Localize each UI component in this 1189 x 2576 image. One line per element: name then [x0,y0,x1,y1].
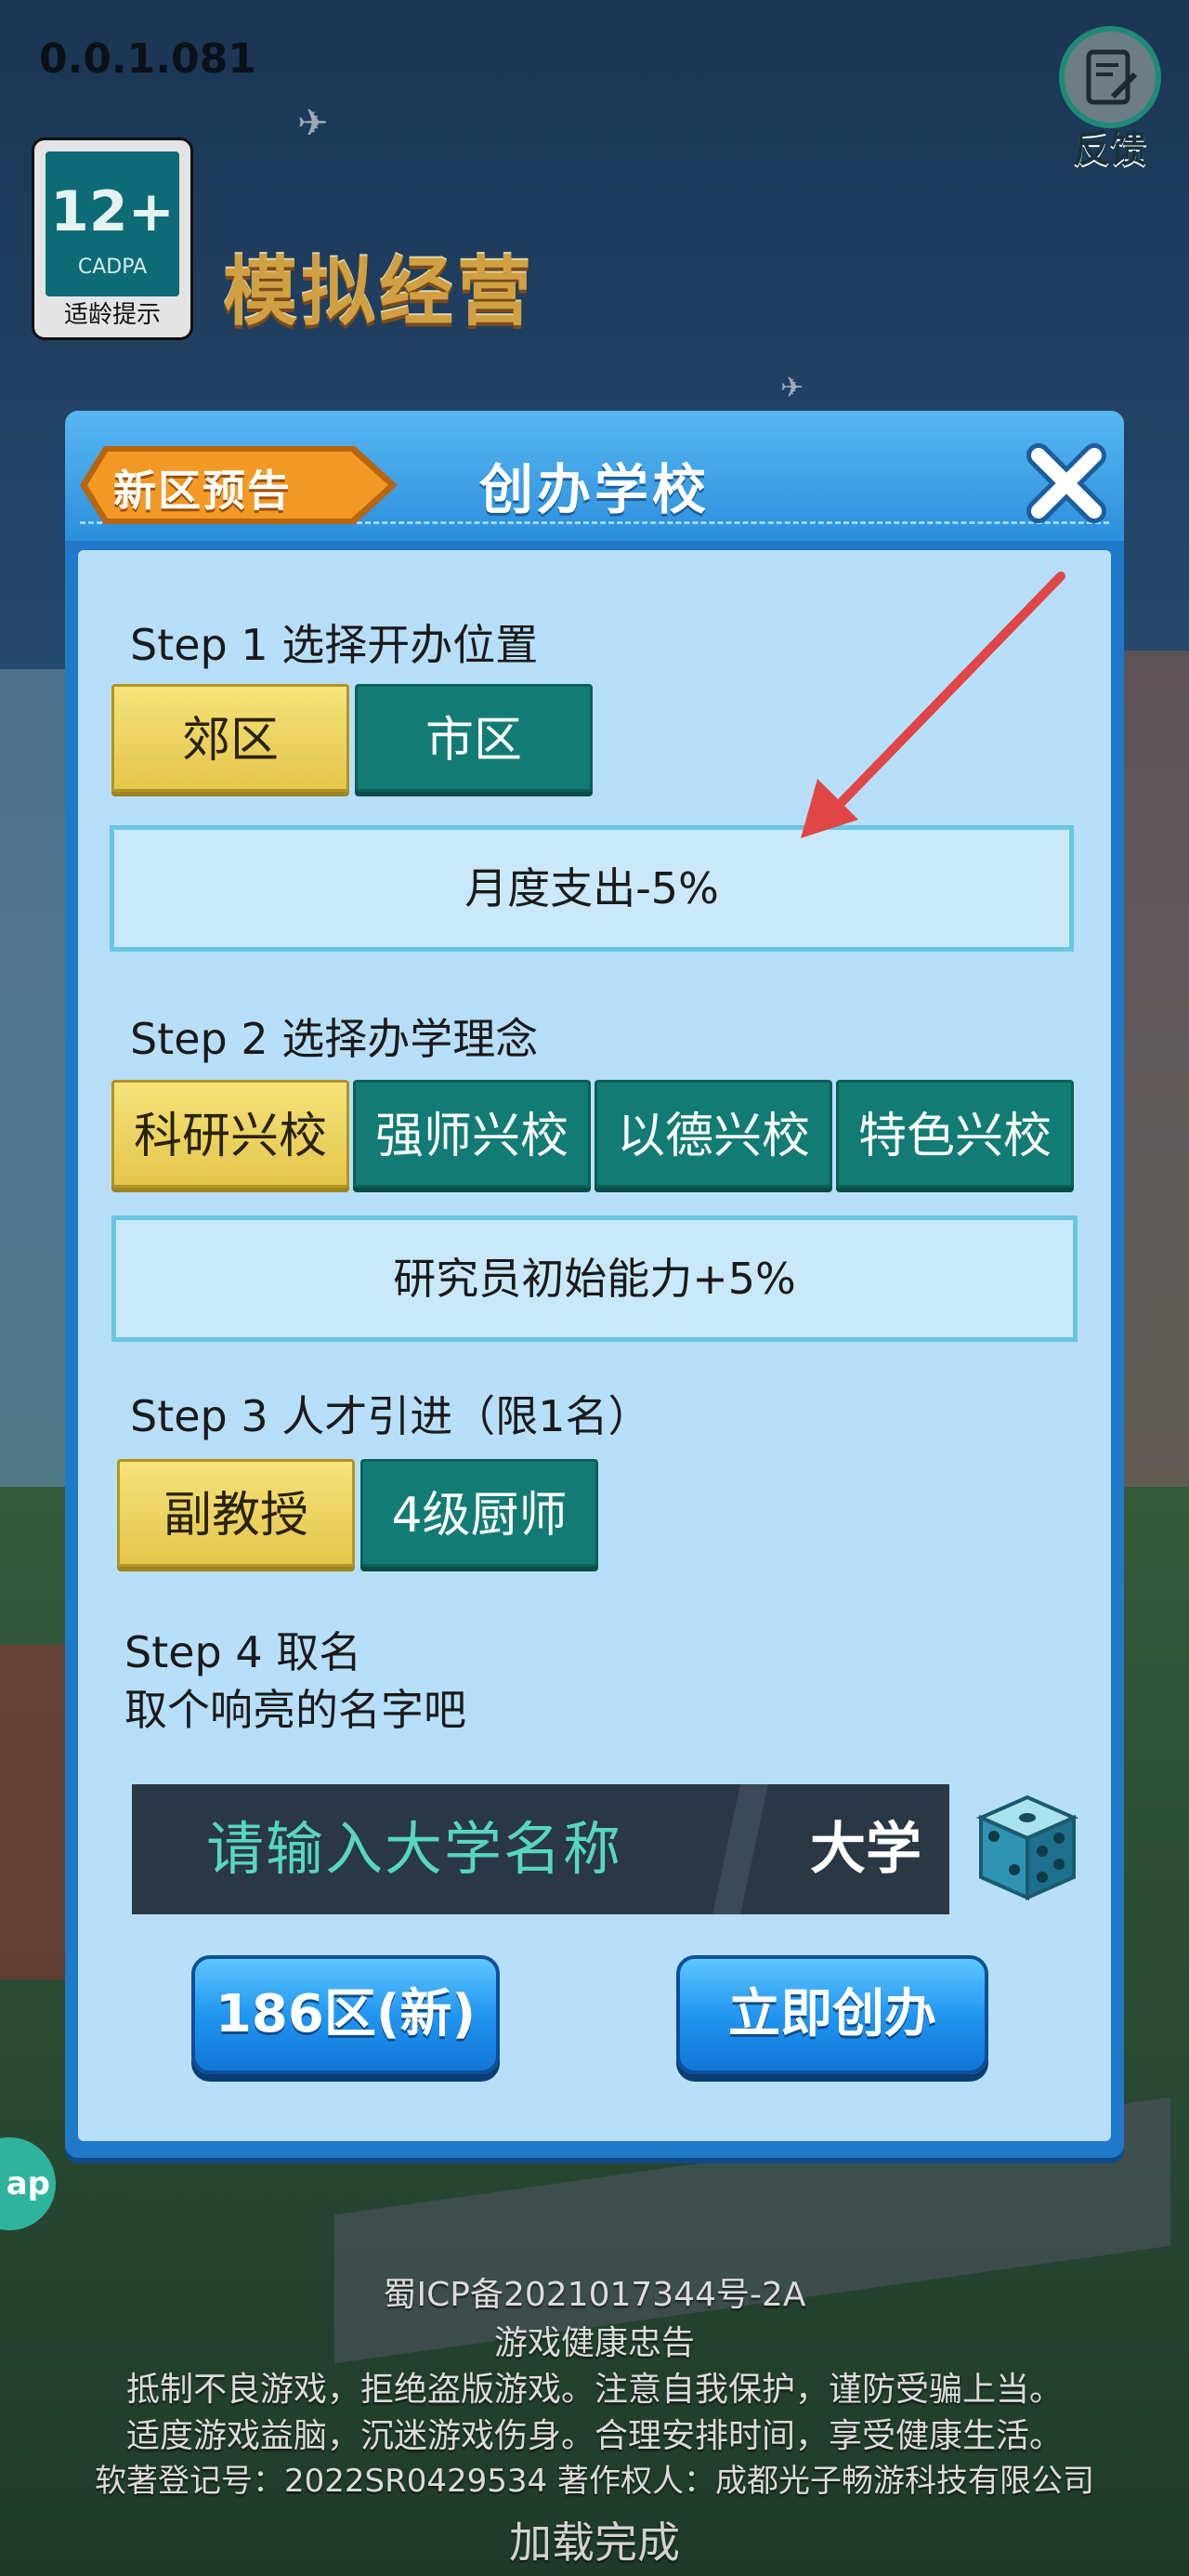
game-logo: 模拟经营 [223,249,535,335]
feedback-button[interactable]: 反馈 [1050,26,1170,171]
age-rating-panel: 12+ CADPA [46,151,179,296]
copyright-info: 软著登记号：2022SR0429534 著作权人：成都光子畅游科技有限公司 [95,2463,1094,2500]
step1-label: Step 1 选择开办位置 [130,620,539,670]
feedback-label: 反馈 [1073,128,1147,171]
philosophy-option-research[interactable]: 科研兴校 [111,1080,349,1188]
dice-icon [976,1794,1078,1901]
talent-option-associate-professor[interactable]: 副教授 [117,1459,355,1567]
close-icon [1026,443,1106,523]
philosophy-option-teachers[interactable]: 强师兴校 [353,1080,591,1188]
age-rating-org: CADPA [77,256,148,279]
philosophy-option-morality[interactable]: 以德兴校 [594,1080,832,1188]
age-rating-badge[interactable]: 12+ CADPA 适龄提示 [32,138,193,340]
close-button[interactable] [1022,439,1111,528]
age-rating-number: 12+ [50,179,175,244]
create-now-button[interactable]: 立即创办 [676,1955,988,2074]
version-label: 0.0.1.081 [39,35,256,83]
input-divider [712,1784,768,1914]
step3-label: Step 3 人才引进（限1名） [130,1391,651,1441]
health-advice-line2: 适度游戏益脑，沉迷游戏伤身。合理安排时间，享受健康生活。 [125,2417,1063,2455]
icp-number: 蜀ICP备2021017344号-2A [383,2276,806,2314]
location-option-suburb[interactable]: 郊区 [111,684,349,792]
step4-hint: 取个响亮的名字吧 [124,1685,466,1735]
school-name-placeholder: 请输入大学名称 [206,1815,623,1883]
server-select-button[interactable]: 186区(新) [191,1955,500,2074]
annotation-arrow-icon [801,572,1065,838]
feedback-icon [1059,26,1161,128]
random-name-dice-button[interactable] [962,1784,1083,1905]
health-advice-title: 游戏健康忠告 [493,2324,695,2362]
age-rating-tip: 适龄提示 [63,301,161,329]
new-zone-tag-label: 新区预告 [113,466,292,516]
loading-status: 加载完成 [509,2517,680,2568]
step4-label: Step 4 取名 [124,1627,362,1677]
school-name-suffix: 大学 [810,1817,921,1882]
talent-option-chef[interactable]: 4级厨师 [360,1459,598,1567]
airplane-icon: ✈ [297,102,329,145]
health-advice-line1: 抵制不良游戏，拒绝盗版游戏。注意自我保护，谨防受骗上当。 [125,2371,1063,2409]
step2-label: Step 2 选择办学理念 [130,1014,539,1064]
school-name-input[interactable]: 请输入大学名称 大学 [132,1784,949,1914]
airplane-icon: ✈ [780,372,804,404]
new-zone-tag[interactable]: 新区预告 [76,442,401,528]
philosophy-option-special[interactable]: 特色兴校 [836,1080,1074,1188]
philosophy-effect-info: 研究员初始能力+5% [111,1216,1078,1342]
location-option-city[interactable]: 市区 [355,684,593,792]
